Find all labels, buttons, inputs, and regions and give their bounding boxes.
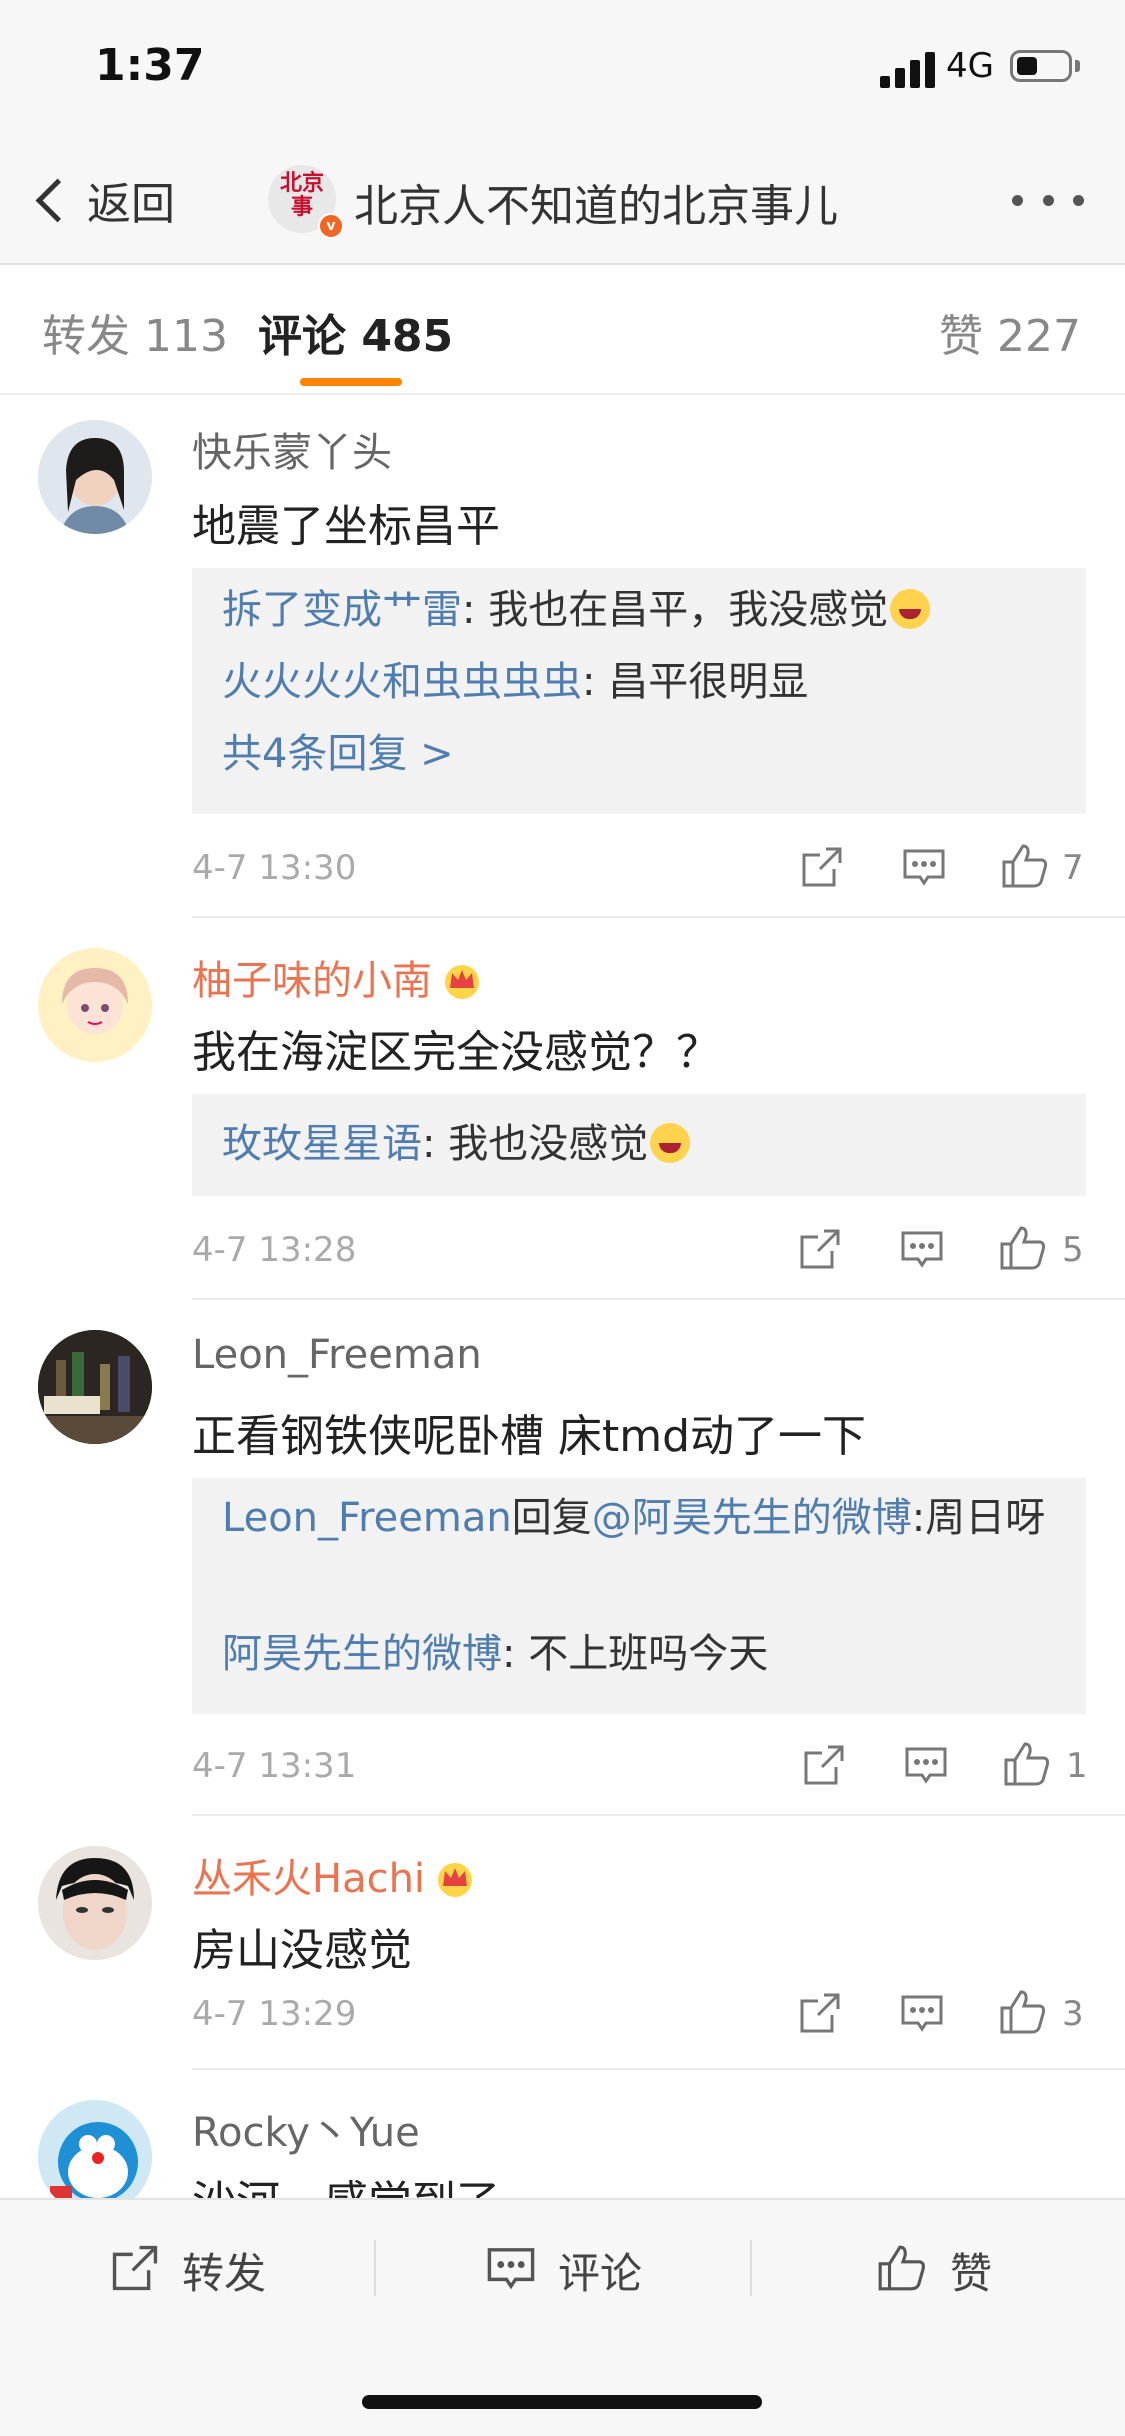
comment-author[interactable]: Leon_Freeman bbox=[192, 1332, 482, 1378]
comment-date: 4-7 13:28 bbox=[192, 1230, 357, 1270]
like-count: 1 bbox=[1066, 1746, 1088, 1786]
divider bbox=[192, 1814, 1125, 1816]
more-options-button[interactable] bbox=[1012, 190, 1084, 210]
page-title[interactable]: 北京人不知道的北京事儿 bbox=[354, 170, 838, 234]
laugh-cry-emoji-icon bbox=[650, 1123, 691, 1163]
reply-author[interactable]: 阿昊先生的微博 bbox=[222, 1631, 502, 1677]
comment-date: 4-7 13:30 bbox=[192, 848, 357, 888]
avatar[interactable] bbox=[38, 2100, 152, 2214]
avatar[interactable] bbox=[38, 420, 152, 534]
reply-author[interactable]: Leon_Freeman bbox=[222, 1495, 512, 1541]
comment-author[interactable]: 柚子味的小南 bbox=[192, 948, 484, 1006]
avatar[interactable] bbox=[38, 1846, 152, 1960]
reply-connector: 回复 bbox=[511, 1495, 592, 1541]
like-count: 5 bbox=[1062, 1230, 1084, 1270]
comment-label: 评论 bbox=[558, 2248, 643, 2298]
reply-box[interactable]: 玫玫星星语: 我也没感觉 bbox=[192, 1094, 1086, 1196]
comment-author-name[interactable]: 柚子味的小南 bbox=[192, 958, 432, 1004]
tab-comments[interactable]: 评论 485 bbox=[258, 300, 453, 364]
reply-text: : 昌平很明显 bbox=[582, 659, 809, 705]
thumbs-up-icon[interactable] bbox=[998, 1224, 1048, 1276]
like-count: 3 bbox=[1062, 1994, 1084, 2034]
chevron-left-icon bbox=[35, 178, 80, 222]
comment-author[interactable]: 丛禾火Hachi bbox=[192, 1846, 477, 1904]
verified-badge-icon: v bbox=[318, 213, 344, 239]
battery-tip bbox=[1075, 60, 1080, 72]
comment-text: 我在海淀区完全没感觉？？ bbox=[192, 1027, 720, 1078]
status-time: 1:37 bbox=[95, 40, 205, 91]
reply-item: Leon_Freeman回复@阿昊先生的微博:周日呀 bbox=[222, 1488, 1062, 1548]
reply-item: 火火火火和虫虫虫虫: 昌平很明显 bbox=[222, 652, 1062, 712]
thumbs-up-icon[interactable] bbox=[1002, 1740, 1052, 1792]
share-icon bbox=[110, 2243, 160, 2297]
reply-icon[interactable] bbox=[902, 845, 946, 893]
back-button[interactable]: 返回 bbox=[30, 160, 175, 240]
reply-author[interactable]: 玫玫星星语 bbox=[222, 1121, 422, 1167]
vip-crown-icon bbox=[440, 960, 484, 1000]
repost-button[interactable]: 转发 bbox=[110, 2235, 266, 2305]
reply-icon[interactable] bbox=[900, 1227, 944, 1275]
reply-box[interactable]: 拆了变成艹雷: 我也在昌平，我没感觉 火火火火和虫虫虫虫: 昌平很明显 共4条回… bbox=[192, 568, 1086, 814]
share-icon[interactable] bbox=[798, 1227, 842, 1275]
divider bbox=[374, 2240, 376, 2296]
more-replies-link[interactable]: 共4条回复 > bbox=[222, 724, 1062, 784]
share-icon[interactable] bbox=[802, 1743, 846, 1791]
page-avatar-logo: 北京事 bbox=[279, 170, 324, 220]
comment-icon bbox=[486, 2243, 536, 2297]
tab-reposts[interactable]: 转发 113 bbox=[42, 300, 228, 364]
comment-author-name[interactable]: 丛禾火Hachi bbox=[192, 1856, 425, 1902]
like-count: 7 bbox=[1062, 848, 1084, 888]
reply-icon[interactable] bbox=[904, 1743, 948, 1791]
comment-text: 地震了坐标昌平 bbox=[192, 501, 500, 552]
like-label: 赞 bbox=[950, 2248, 993, 2298]
reply-author[interactable]: 火火火火和虫虫虫虫 bbox=[222, 659, 582, 705]
comment-author[interactable]: Rocky丶Yue bbox=[192, 2100, 420, 2158]
divider bbox=[750, 2240, 752, 2296]
avatar[interactable] bbox=[38, 1330, 152, 1444]
comment-text: 正看钢铁侠呢卧槽 床tmd动了一下 bbox=[192, 1411, 867, 1462]
comment-author[interactable]: 快乐蒙丫头 bbox=[192, 420, 392, 478]
comment-date: 4-7 13:31 bbox=[192, 1746, 357, 1786]
share-icon[interactable] bbox=[798, 1991, 842, 2039]
network-type: 4G bbox=[946, 46, 994, 86]
comment-button[interactable]: 评论 bbox=[486, 2235, 642, 2305]
home-indicator bbox=[362, 2395, 762, 2409]
comment-date: 4-7 13:29 bbox=[192, 1994, 357, 2034]
comment-text: 房山没感觉 bbox=[192, 1925, 412, 1976]
thumbs-up-icon bbox=[876, 2243, 928, 2297]
reply-text: :周日呀 bbox=[911, 1495, 1046, 1541]
divider bbox=[192, 916, 1125, 918]
reply-author[interactable]: 拆了变成艹雷 bbox=[222, 587, 462, 633]
divider bbox=[192, 2068, 1125, 2070]
laugh-cry-emoji-icon bbox=[890, 589, 931, 629]
tab-likes[interactable]: 赞 227 bbox=[939, 300, 1081, 364]
reply-item: 玫玫星星语: 我也没感觉 bbox=[222, 1114, 1062, 1174]
back-label: 返回 bbox=[87, 179, 175, 230]
thumbs-up-icon[interactable] bbox=[998, 1988, 1048, 2040]
reply-item: 拆了变成艹雷: 我也在昌平，我没感觉 bbox=[222, 580, 1062, 640]
reply-text: : 我也没感觉 bbox=[422, 1121, 649, 1167]
reply-text: : 我也在昌平，我没感觉 bbox=[462, 587, 889, 633]
vip-crown-icon bbox=[433, 1858, 477, 1898]
share-icon[interactable] bbox=[800, 845, 844, 893]
reply-mention[interactable]: @阿昊先生的微博 bbox=[592, 1495, 912, 1541]
battery-icon bbox=[1010, 50, 1072, 82]
like-button[interactable]: 赞 bbox=[876, 2235, 992, 2305]
reply-item: 阿昊先生的微博: 不上班吗今天 bbox=[222, 1624, 1062, 1684]
signal-icon bbox=[880, 52, 936, 88]
active-tab-indicator bbox=[300, 378, 402, 386]
thumbs-up-icon[interactable] bbox=[1000, 842, 1050, 894]
repost-label: 转发 bbox=[182, 2248, 267, 2298]
divider bbox=[192, 1298, 1125, 1300]
avatar[interactable] bbox=[38, 948, 152, 1062]
reply-box[interactable]: Leon_Freeman回复@阿昊先生的微博:周日呀 阿昊先生的微博: 不上班吗… bbox=[192, 1478, 1086, 1714]
reply-icon[interactable] bbox=[900, 1991, 944, 2039]
reply-text: : 不上班吗今天 bbox=[502, 1631, 769, 1677]
